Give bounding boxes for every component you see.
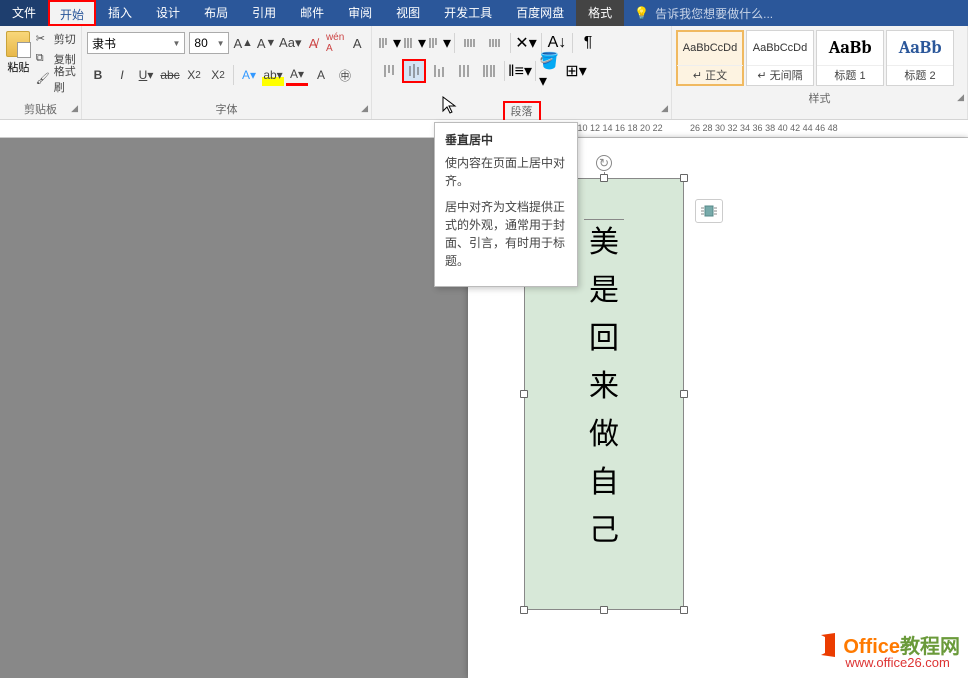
- numbering-button[interactable]: ▾: [427, 31, 451, 55]
- shading-button[interactable]: 🪣▾: [539, 59, 563, 83]
- style-heading1[interactable]: AaBb 标题 1: [816, 30, 884, 86]
- styles-group-label: 样式: [809, 93, 831, 105]
- font-size-combo[interactable]: 80▼: [189, 32, 229, 54]
- bold-button[interactable]: B: [87, 64, 109, 86]
- align-center-vertical-button[interactable]: [402, 59, 426, 83]
- menu-file[interactable]: 文件: [0, 0, 48, 26]
- menu-mailings[interactable]: 邮件: [288, 0, 336, 26]
- menu-developer[interactable]: 开发工具: [432, 0, 504, 26]
- brush-icon: 🖌: [36, 72, 50, 86]
- font-name-combo[interactable]: 隶书▼: [87, 32, 185, 54]
- align-justify-button[interactable]: [452, 59, 476, 83]
- align-distribute-button[interactable]: [477, 59, 501, 83]
- scissors-icon: ✂: [36, 32, 50, 46]
- layout-options-icon: [700, 204, 718, 218]
- tooltip-title: 垂直居中: [445, 131, 567, 148]
- tooltip-line1: 使内容在页面上居中对齐。: [445, 154, 567, 190]
- tell-me-box[interactable]: 💡 告诉我您想要做什么...: [624, 5, 783, 22]
- chevron-down-icon: ▼: [217, 39, 225, 48]
- change-case-button[interactable]: Aa▾: [280, 32, 300, 54]
- bullets-button[interactable]: ▾: [402, 31, 426, 55]
- menu-view[interactable]: 视图: [384, 0, 432, 26]
- decrease-indent-button[interactable]: [458, 31, 482, 55]
- menubar: 文件 开始 插入 设计 布局 引用 邮件 审阅 视图 开发工具 百度网盘 格式 …: [0, 0, 968, 26]
- resize-handle[interactable]: [600, 174, 608, 182]
- chevron-down-icon: ▼: [173, 39, 181, 48]
- group-clipboard: 粘贴 ✂剪切 ⧉复制 🖌格式刷 剪贴板◢: [0, 26, 82, 119]
- menu-format[interactable]: 格式: [576, 0, 624, 26]
- char-shading-button[interactable]: A: [310, 64, 332, 86]
- style-heading2[interactable]: AaBb 标题 2: [886, 30, 954, 86]
- strike-button[interactable]: abc: [159, 64, 181, 86]
- menu-layout[interactable]: 布局: [192, 0, 240, 26]
- tell-me-text: 告诉我您想要做什么...: [655, 5, 773, 22]
- bulb-icon: 💡: [634, 6, 649, 20]
- highlight-button[interactable]: ab▾: [262, 64, 284, 86]
- char-border-button[interactable]: A: [348, 32, 366, 54]
- borders-button[interactable]: ⊞▾: [564, 59, 588, 83]
- font-launcher-icon[interactable]: ◢: [361, 99, 368, 117]
- underline-button[interactable]: U▾: [135, 64, 157, 86]
- menu-references[interactable]: 引用: [240, 0, 288, 26]
- font-group-label: 字体: [216, 104, 238, 116]
- style-normal[interactable]: AaBbCcDd ↵ 正文: [676, 30, 744, 86]
- font-color-button[interactable]: A▾: [286, 64, 308, 86]
- resize-handle[interactable]: [520, 606, 528, 614]
- clear-format-button[interactable]: A̸: [304, 32, 322, 54]
- menu-design[interactable]: 设计: [144, 0, 192, 26]
- menu-home[interactable]: 开始: [48, 0, 96, 26]
- paste-icon: [6, 31, 30, 57]
- tooltip: 垂直居中 使内容在页面上居中对齐。 居中对齐为文档提供正式的外观，通常用于封面、…: [434, 122, 578, 287]
- text-direction-ltr-button[interactable]: ▾: [377, 31, 401, 55]
- tooltip-line2: 居中对齐为文档提供正式的外观，通常用于封面、引言，有时用于标题。: [445, 198, 567, 270]
- resize-handle[interactable]: [680, 174, 688, 182]
- menu-baidu[interactable]: 百度网盘: [504, 0, 576, 26]
- watermark: Office教程网 www.office26.com: [815, 630, 960, 670]
- increase-indent-button[interactable]: [483, 31, 507, 55]
- cut-button[interactable]: ✂剪切: [36, 29, 76, 49]
- layout-options-button[interactable]: [695, 199, 723, 223]
- italic-button[interactable]: I: [111, 64, 133, 86]
- paste-label: 粘贴: [5, 59, 32, 75]
- ruler-left-nums: 8 10 12 14 16 18 20 22: [570, 123, 663, 133]
- ruler-right-nums: 26 28 30 32 34 36 38 40 42 44 46 48: [690, 123, 838, 133]
- style-no-spacing[interactable]: AaBbCcDd ↵ 无间隔: [746, 30, 814, 86]
- asian-layout-button[interactable]: ✕▾: [514, 31, 538, 55]
- line-spacing-button[interactable]: ‖≡▾: [508, 59, 532, 83]
- group-styles: AaBbCcDd ↵ 正文 AaBbCcDd ↵ 无间隔 AaBb 标题 1 A…: [672, 26, 968, 119]
- show-marks-button[interactable]: ¶: [576, 31, 600, 55]
- copy-icon: ⧉: [36, 52, 50, 66]
- subscript-button[interactable]: X2: [183, 64, 205, 86]
- styles-launcher-icon[interactable]: ◢: [957, 88, 964, 106]
- phonetic-button[interactable]: wénA: [326, 32, 344, 54]
- menu-review[interactable]: 审阅: [336, 0, 384, 26]
- ribbon: 粘贴 ✂剪切 ⧉复制 🖌格式刷 剪贴板◢ 隶书▼ 80▼ A▲ A▼ Aa▾ A…: [0, 26, 968, 120]
- watermark-url: www.office26.com: [845, 655, 960, 670]
- menu-insert[interactable]: 插入: [96, 0, 144, 26]
- clipboard-launcher-icon[interactable]: ◢: [71, 99, 78, 117]
- align-bottom-button[interactable]: [427, 59, 451, 83]
- paragraph-launcher-icon[interactable]: ◢: [661, 99, 668, 117]
- group-font: 隶书▼ 80▼ A▲ A▼ Aa▾ A̸ wénA A B I U▾ abc X…: [82, 26, 372, 119]
- shrink-font-button[interactable]: A▼: [257, 32, 276, 54]
- resize-handle[interactable]: [600, 606, 608, 614]
- format-painter-button[interactable]: 🖌格式刷: [36, 69, 76, 89]
- paragraph-group-label: 段落: [511, 106, 533, 118]
- clipboard-group-label: 剪贴板: [24, 104, 57, 116]
- rotate-handle-icon[interactable]: ↻: [596, 155, 612, 171]
- grow-font-button[interactable]: A▲: [233, 32, 252, 54]
- superscript-button[interactable]: X2: [207, 64, 229, 86]
- text-effects-button[interactable]: A▾: [238, 64, 260, 86]
- enclose-char-button[interactable]: ㊥: [334, 64, 356, 86]
- group-paragraph: ▾ ▾ ▾ ✕▾ A↓ ¶ ‖≡▾: [372, 26, 672, 119]
- office-logo-icon: [815, 631, 843, 659]
- paste-button[interactable]: 粘贴: [5, 29, 32, 98]
- align-top-button[interactable]: [377, 59, 401, 83]
- resize-handle[interactable]: [680, 606, 688, 614]
